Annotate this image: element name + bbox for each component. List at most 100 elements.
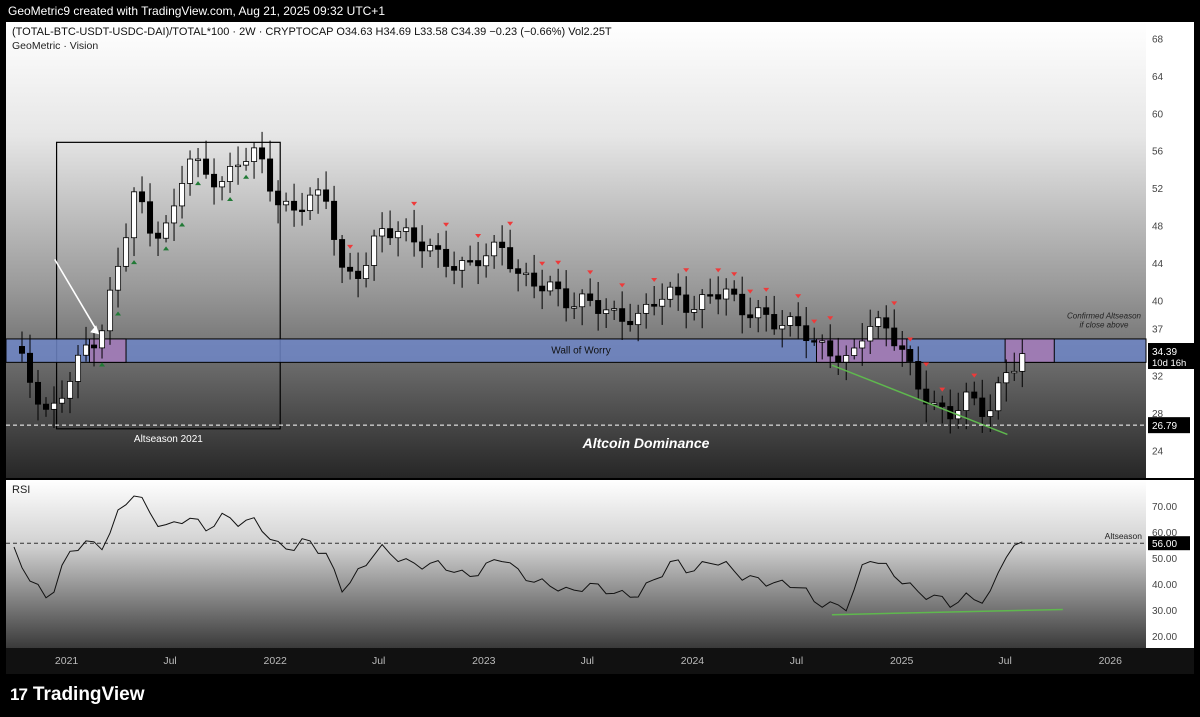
candle-body — [155, 232, 162, 239]
candle-body — [115, 265, 122, 291]
time-tick-label: Jul — [581, 655, 594, 667]
candle-body — [219, 181, 226, 188]
candle-body — [795, 316, 802, 327]
candle-body — [299, 209, 306, 213]
candle-body — [987, 410, 994, 417]
candle-body — [603, 309, 610, 314]
indicator-legend[interactable]: GeoMetric · Vision — [12, 40, 98, 52]
bear-signal-marker — [923, 362, 930, 367]
candle-body — [395, 231, 402, 239]
bull-signal-marker — [99, 362, 106, 367]
candle-body — [507, 247, 514, 270]
candle-body — [67, 381, 74, 399]
candle-body — [763, 307, 770, 315]
candle-body — [147, 201, 154, 234]
candle-body — [75, 354, 82, 382]
candle-body — [19, 346, 26, 354]
bear-signal-marker — [795, 294, 802, 299]
rsi-label[interactable]: RSI — [12, 484, 30, 496]
candle-body — [203, 158, 210, 175]
candle-body — [979, 397, 986, 417]
candle-body — [747, 314, 754, 319]
candle-body — [523, 272, 530, 275]
altseason-2021-label: Altseason 2021 — [134, 434, 203, 445]
price-tick-label: 56 — [1152, 147, 1164, 158]
price-tick-label: 52 — [1152, 184, 1164, 195]
bull-signal-marker — [195, 181, 202, 186]
candle-body — [235, 164, 242, 168]
support-price-label: 26.79 — [1152, 421, 1177, 432]
candle-body — [419, 241, 426, 252]
price-pane[interactable]: 24 28 32 37 40 44 48 52 56 60 64 68 Altseason 2021 Wa… — [6, 22, 1194, 478]
time-axis[interactable]: 2021 Jul 2022 Jul 2023 Jul 2024 Jul 2025 Jul 2026 — [6, 648, 1194, 674]
price-tick-label: 32 — [1152, 371, 1164, 382]
price-tick-label: 37 — [1152, 325, 1164, 336]
candle-body — [899, 345, 906, 350]
candle-body — [971, 391, 978, 399]
rsi-green-trendline — [831, 608, 1063, 616]
candle-body — [347, 266, 354, 272]
candle-body — [323, 189, 330, 202]
candle-body — [555, 281, 562, 290]
symbol-legend[interactable]: (TOTAL-BTC-USDT-USDC-DAI)/TOTAL*100 · 2W… — [12, 26, 612, 38]
candle-body — [827, 340, 834, 357]
price-chart-svg[interactable]: 242832374044485256606468Altseason 2021Wa… — [6, 22, 1194, 478]
open-value: O34.63 — [336, 26, 373, 38]
candle-body — [715, 294, 722, 300]
high-value: H34.69 — [375, 26, 411, 38]
header-text: GeoMetric9 created with TradingView.com,… — [8, 4, 385, 18]
last-price-label: 34.39 — [1152, 347, 1177, 358]
candle-body — [571, 306, 578, 309]
candle-body — [939, 402, 946, 407]
chart-frame[interactable]: 24 28 32 37 40 44 48 52 56 60 64 68 Altseason 2021 Wa… — [6, 22, 1194, 674]
rsi-chart-svg[interactable]: 20.0030.0040.0050.0060.0070.00Altseason5… — [6, 480, 1194, 648]
time-tick-label: 2022 — [264, 655, 288, 667]
candle-body — [1003, 372, 1010, 384]
candle-body — [883, 317, 890, 329]
candle-body — [699, 294, 706, 310]
candle-body — [811, 340, 818, 343]
rsi-tick-label: 20.00 — [1152, 632, 1177, 643]
candle-body — [107, 289, 114, 332]
candle-body — [859, 340, 866, 349]
price-tick-label: 68 — [1152, 34, 1164, 45]
bear-signal-marker — [763, 287, 770, 292]
time-tick-label: Jul — [163, 655, 176, 667]
candle-body — [547, 281, 554, 292]
wall-of-worry-label: Wall of Worry — [551, 346, 610, 357]
bear-signal-marker — [443, 222, 450, 227]
candle-body — [259, 147, 266, 160]
tradingview-logo[interactable]: 17 TradingView — [10, 684, 145, 706]
candle-body — [451, 266, 458, 271]
bear-signal-marker — [347, 244, 354, 249]
volume-value: Vol2.25T — [568, 26, 612, 38]
candle-body — [627, 320, 634, 326]
bear-signal-marker — [715, 268, 722, 273]
time-tick-label: Jul — [998, 655, 1011, 667]
time-tick-label: 2023 — [472, 655, 496, 667]
candle-body — [43, 403, 50, 410]
candle-body — [275, 190, 282, 206]
candle-body — [363, 265, 370, 279]
bear-signal-marker — [827, 316, 834, 321]
time-tick-label: Jul — [790, 655, 803, 667]
candle-body — [355, 270, 362, 279]
candle-body — [315, 189, 322, 196]
candle-body — [483, 255, 490, 267]
purple-box — [88, 338, 127, 363]
candle-body — [27, 352, 34, 383]
candle-body — [211, 173, 218, 188]
candle-body — [131, 191, 138, 239]
candle-body — [339, 239, 346, 268]
bear-signal-marker — [619, 283, 626, 288]
rsi-pane[interactable]: 20.00 30.00 40.00 50.00 60.00 70.00 Altseason 5… — [6, 480, 1194, 648]
logo-text: TradingView — [32, 684, 145, 705]
candle-body — [35, 381, 42, 405]
candle-body — [411, 227, 418, 243]
candle-body — [251, 147, 258, 162]
candle-body — [59, 397, 66, 404]
low-value: L33.58 — [414, 26, 448, 38]
altcoin-dominance-title: Altcoin Dominance — [582, 435, 710, 451]
rsi-tick-label: 40.00 — [1152, 580, 1177, 591]
rsi-tick-label: 70.00 — [1152, 502, 1177, 513]
